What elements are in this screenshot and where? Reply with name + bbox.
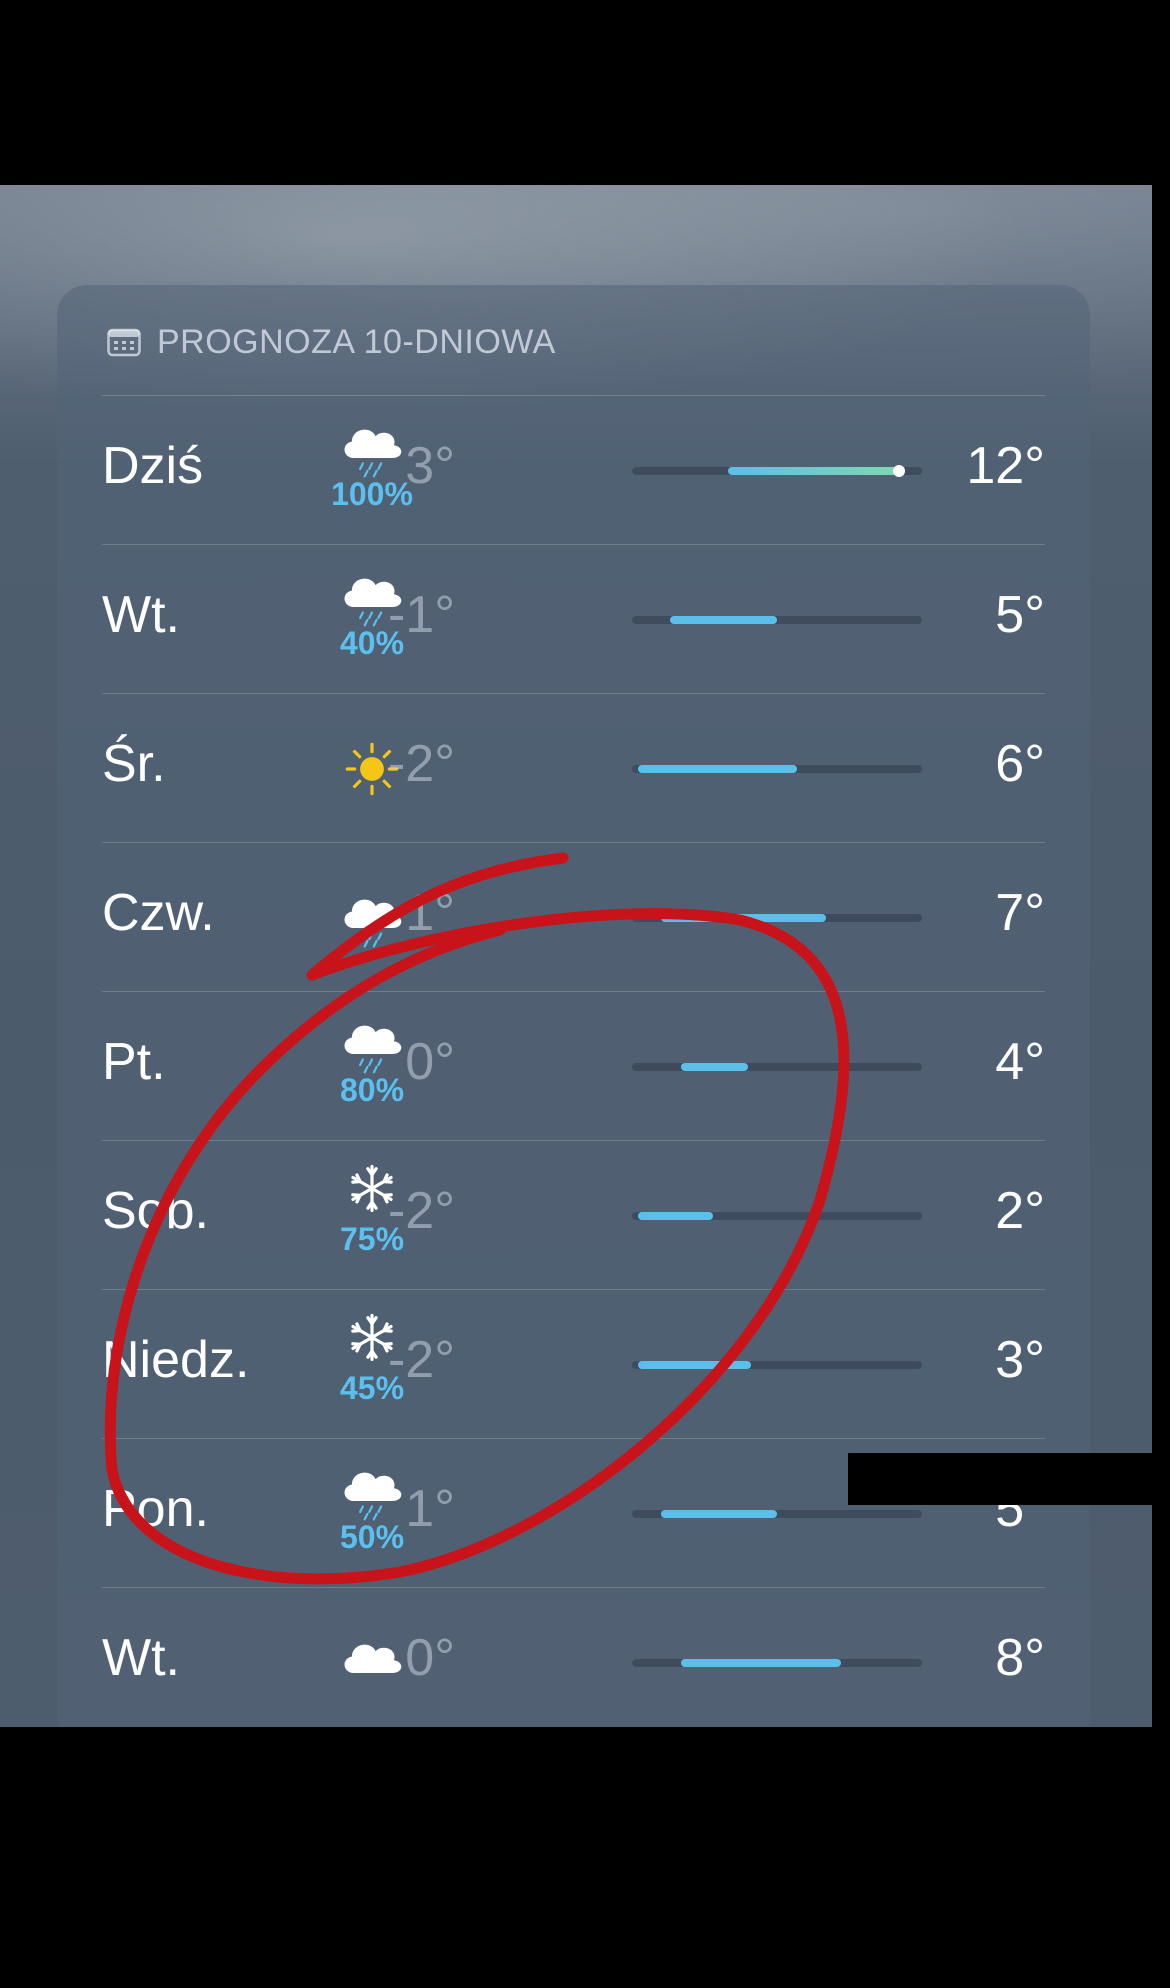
- low-temp: -2°: [387, 735, 455, 793]
- precip-chance: 80%: [339, 1072, 405, 1108]
- high-temp: 12°: [966, 437, 1045, 495]
- forecast-row[interactable]: Pt. 80% 0° 4°: [102, 991, 1045, 1140]
- cloud-icon: [344, 1644, 402, 1674]
- forecast-row[interactable]: Śr. -2° 6°: [102, 693, 1045, 842]
- forecast-row[interactable]: Wt. 0° 8°: [102, 1587, 1045, 1727]
- temp-range-fill: [637, 765, 798, 773]
- temp-range-bar: [632, 765, 922, 773]
- temp-range-bar: [632, 914, 922, 922]
- temp-range-fill: [727, 467, 899, 475]
- ten-day-forecast-card[interactable]: PROGNOZA 10-DNIOWA Dziś 100% 3° 12° Wt. 40% -1…: [57, 285, 1090, 1727]
- day-label: Pt.: [102, 1033, 166, 1091]
- current-temp-dot: [892, 465, 905, 477]
- forecast-row[interactable]: Wt. 40% -1° 5°: [102, 544, 1045, 693]
- temp-range-fill: [661, 914, 827, 922]
- low-temp: -2°: [387, 1182, 455, 1240]
- temp-range-bar: [632, 465, 922, 477]
- temp-range-bar: [632, 1361, 922, 1369]
- temp-range-fill: [681, 1063, 748, 1071]
- low-temp: -1°: [387, 586, 455, 644]
- day-label: Pon.: [102, 1480, 209, 1538]
- high-temp: 3°: [995, 1331, 1045, 1389]
- card-header: PROGNOZA 10-DNIOWA: [107, 313, 556, 371]
- redaction-bar: [848, 1453, 1170, 1505]
- low-temp: 0°: [405, 1033, 455, 1091]
- temp-range-bar: [632, 1510, 922, 1518]
- low-temp: 1°: [405, 1480, 455, 1538]
- day-label: Niedz.: [102, 1331, 250, 1389]
- day-label: Wt.: [102, 1629, 180, 1687]
- forecast-row[interactable]: Sob. 75% -2° 2°: [102, 1140, 1045, 1289]
- temp-range-fill: [637, 1361, 751, 1369]
- temp-range-fill: [637, 1212, 714, 1220]
- day-label: Śr.: [102, 735, 166, 793]
- temp-range-bar: [632, 1063, 922, 1071]
- day-label: Wt.: [102, 586, 180, 644]
- temp-range-fill: [669, 616, 777, 624]
- temp-range-fill: [661, 1510, 777, 1518]
- low-temp: 0°: [405, 1629, 455, 1687]
- forecast-row[interactable]: Czw. 1° 7°: [102, 842, 1045, 991]
- day-label: Dziś: [102, 437, 204, 495]
- temp-range-fill: [681, 1659, 841, 1667]
- temp-range-bar: [632, 616, 922, 624]
- high-temp: 4°: [995, 1033, 1045, 1091]
- low-temp: 3°: [405, 437, 455, 495]
- temp-range-bar: [632, 1212, 922, 1220]
- rain-cloud-icon: [344, 1025, 402, 1074]
- forecast-title: PROGNOZA 10-DNIOWA: [157, 322, 556, 361]
- day-label: Czw.: [102, 884, 215, 942]
- high-temp: 7°: [995, 884, 1045, 942]
- rain-cloud-icon: [344, 1472, 402, 1521]
- rain-cloud-icon: [344, 429, 402, 478]
- high-temp: 5°: [995, 586, 1045, 644]
- precip-chance: 100%: [331, 476, 413, 512]
- forecast-row[interactable]: Dziś 100% 3° 12°: [102, 395, 1045, 544]
- low-temp: 1°: [405, 884, 455, 942]
- high-temp: 8°: [995, 1629, 1045, 1687]
- forecast-row[interactable]: Niedz. 45% -2° 3°: [102, 1289, 1045, 1438]
- low-temp: -2°: [387, 1331, 455, 1389]
- high-temp: 6°: [995, 735, 1045, 793]
- temp-range-bar: [632, 1659, 922, 1667]
- high-temp: 2°: [995, 1182, 1045, 1240]
- day-label: Sob.: [102, 1182, 209, 1240]
- forecast-list: Dziś 100% 3° 12° Wt. 40% -1° 5° Śr. -2° 6° Czw. 1° 7°…: [102, 395, 1045, 1727]
- rain-cloud-icon: [344, 899, 402, 948]
- precip-chance: 50%: [339, 1519, 405, 1555]
- calendar-icon: [107, 328, 141, 357]
